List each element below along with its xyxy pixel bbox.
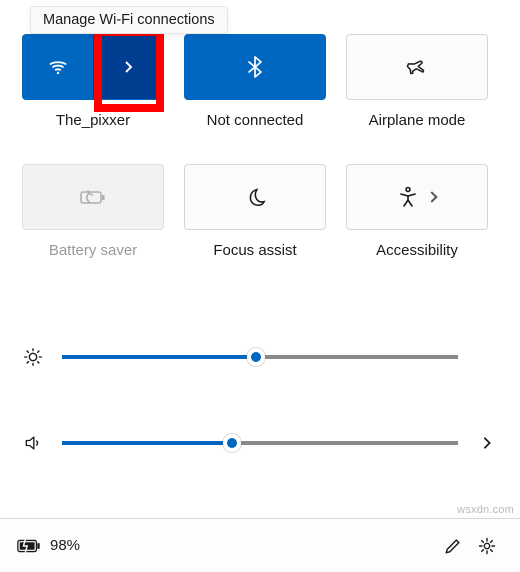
brightness-thumb[interactable]: [247, 348, 265, 366]
chevron-right-icon: [480, 436, 494, 450]
volume-thumb[interactable]: [223, 434, 241, 452]
battery-saver-tile: [22, 164, 164, 230]
battery-percent-text: 98%: [50, 537, 80, 554]
volume-icon: [22, 433, 44, 453]
airplane-tile[interactable]: [346, 34, 488, 100]
accessibility-label: Accessibility: [376, 242, 458, 284]
edit-button[interactable]: [436, 536, 470, 556]
wifi-label: The_pixxer: [56, 112, 130, 154]
volume-slider[interactable]: [62, 441, 458, 445]
airplane-label: Airplane mode: [369, 112, 466, 154]
gear-icon: [477, 536, 497, 556]
volume-row: [22, 400, 498, 486]
volume-fill: [62, 441, 232, 445]
bluetooth-icon: [245, 55, 265, 79]
battery-saver-icon: [79, 187, 107, 207]
moon-icon: [244, 186, 266, 208]
focus-assist-label: Focus assist: [213, 242, 296, 284]
sliders-area: [22, 314, 498, 486]
chevron-right-icon: [120, 59, 136, 75]
accessibility-tile[interactable]: [346, 164, 488, 230]
accessibility-icon: [398, 186, 418, 208]
wifi-expand-button[interactable]: [93, 35, 163, 99]
wifi-tile[interactable]: [22, 34, 164, 100]
pencil-icon: [443, 536, 463, 556]
battery-saver-label: Battery saver: [49, 242, 137, 284]
battery-charging-icon: [16, 537, 42, 555]
brightness-slider[interactable]: [62, 355, 458, 359]
brightness-row: [22, 314, 498, 400]
settings-button[interactable]: [470, 536, 504, 556]
bluetooth-label: Not connected: [207, 112, 304, 154]
wifi-tooltip: Manage Wi-Fi connections: [30, 6, 228, 34]
wifi-toggle[interactable]: [23, 35, 93, 99]
brightness-fill: [62, 355, 256, 359]
chevron-right-icon: [426, 191, 437, 202]
wifi-icon: [46, 55, 70, 79]
bluetooth-tile[interactable]: [184, 34, 326, 100]
airplane-icon: [406, 56, 428, 78]
watermark: wsxdn.com: [457, 504, 514, 516]
battery-status[interactable]: 98%: [16, 537, 80, 555]
focus-assist-tile[interactable]: [184, 164, 326, 230]
brightness-icon: [22, 346, 44, 368]
bottom-bar: 98%: [0, 518, 520, 572]
quick-settings-grid: The_pixxer Not connected Airplane mode: [22, 34, 498, 284]
volume-expand-button[interactable]: [476, 436, 498, 450]
